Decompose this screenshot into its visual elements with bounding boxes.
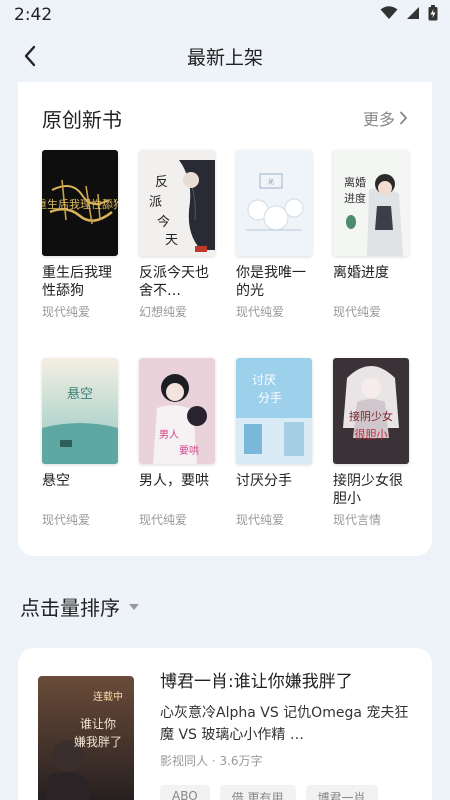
- status-icons: [380, 4, 438, 26]
- svg-text:天: 天: [165, 233, 178, 248]
- book-cover[interactable]: 接阴少女 很胆小: [333, 358, 409, 464]
- rank-book-card[interactable]: 连载中 谁让你 嫌我胖了 博君一肖:谁让你嫌我胖了 心灰意冷Alpha VS 记…: [18, 648, 432, 800]
- cover-text: 重生后我理性舔狗: [42, 197, 118, 211]
- svg-text:谁让你: 谁让你: [80, 717, 116, 731]
- book-item[interactable]: 接阴少女 很胆小 接阴少女很胆小 现代言情: [333, 358, 411, 528]
- app-bar: 最新上架: [0, 30, 450, 82]
- tag[interactable]: ABO: [160, 785, 210, 800]
- book-cover[interactable]: 悬空: [42, 358, 118, 464]
- svg-text:反: 反: [155, 175, 168, 190]
- rank-title: 点击量排序: [20, 596, 120, 620]
- svg-text:接阴少女: 接阴少女: [349, 409, 393, 423]
- back-arrow-icon: [24, 45, 36, 67]
- svg-text:进度: 进度: [344, 191, 366, 205]
- book-title: 你是我唯一的光: [236, 265, 306, 299]
- book-genre: 现代纯爱: [42, 513, 91, 527]
- book-title: 悬空: [42, 473, 70, 489]
- svg-text:悬空: 悬空: [67, 387, 93, 402]
- svg-text:很胆小: 很胆小: [355, 427, 388, 441]
- book-cover[interactable]: 离婚 进度: [333, 150, 409, 256]
- book-genre: 现代纯爱: [42, 305, 91, 319]
- rank-book-info: 博君一肖:谁让你嫌我胖了 心灰意冷Alpha VS 记仇Omega 宠夫狂魔 V…: [160, 670, 414, 800]
- book-title: 男人，要哄: [139, 473, 209, 489]
- book-cover[interactable]: 光: [236, 150, 312, 256]
- book-cover[interactable]: 男人 要哄: [139, 358, 215, 464]
- dropdown-icon: [129, 603, 139, 610]
- tag[interactable]: 博君一肖: [305, 785, 378, 800]
- book-title: 博君一肖:谁让你嫌我胖了: [160, 672, 353, 692]
- book-genre: 现代纯爱: [236, 305, 285, 319]
- svg-text:分手: 分手: [258, 391, 282, 405]
- book-item[interactable]: 男人 要哄 男人，要哄 现代纯爱: [139, 358, 217, 528]
- signal-icon: [406, 5, 420, 25]
- book-cover[interactable]: 连载中 谁让你 嫌我胖了: [38, 676, 134, 800]
- svg-text:讨厌: 讨厌: [252, 373, 276, 387]
- wifi-icon: [380, 5, 398, 25]
- svg-text:嫌我胖了: 嫌我胖了: [74, 735, 122, 749]
- new-books-header: 原创新书 更多: [42, 102, 408, 134]
- book-item[interactable]: 讨厌 分手 讨厌分手 现代纯爱: [236, 358, 314, 528]
- book-description: 心灰意冷Alpha VS 记仇Omega 宠夫狂魔 VS 玻璃心小作精 …: [160, 705, 409, 743]
- book-title: 反派今天也舍不…: [139, 265, 209, 299]
- book-genre: 现代纯爱: [139, 513, 188, 527]
- svg-text:男人: 男人: [159, 429, 179, 441]
- cover-badge: 连载中: [93, 690, 123, 703]
- more-label: 更多: [362, 110, 395, 129]
- section-title: 原创新书: [42, 107, 122, 132]
- book-cover[interactable]: 讨厌 分手: [236, 358, 312, 464]
- book-title: 离婚进度: [333, 265, 389, 281]
- rank-sort-toggle[interactable]: 点击量排序: [20, 592, 140, 621]
- book-title: 接阴少女很胆小: [333, 473, 403, 507]
- svg-text:今: 今: [157, 214, 170, 230]
- more-button[interactable]: 更多: [363, 106, 408, 130]
- book-title: 讨厌分手: [236, 473, 292, 489]
- svg-text:要哄: 要哄: [179, 445, 199, 457]
- svg-text:离婚: 离婚: [344, 175, 366, 189]
- status-time: 2:42: [14, 5, 53, 25]
- book-meta: 影视同人 · 3.6万字: [160, 754, 263, 768]
- book-item[interactable]: 离婚 进度 离婚进度 现代纯爱: [333, 150, 411, 320]
- book-item[interactable]: 光 你是我唯一的光 现代纯爱: [236, 150, 314, 320]
- page-title: 最新上架: [186, 46, 263, 69]
- svg-text:派: 派: [149, 195, 162, 210]
- battery-icon: [428, 4, 438, 26]
- book-cover[interactable]: 反 派 今 天: [139, 150, 215, 256]
- book-item[interactable]: 反 派 今 天 反派今天也舍不… 幻想纯爱: [139, 150, 217, 320]
- book-title: 重生后我理性舔狗: [42, 265, 112, 299]
- chevron-right-icon: [400, 111, 408, 125]
- book-genre: 现代纯爱: [236, 513, 285, 527]
- tag-list: ABO 借 更有用 博君一肖: [160, 785, 414, 800]
- back-button[interactable]: [16, 42, 44, 70]
- svg-text:光: 光: [268, 178, 274, 186]
- new-books-card: 原创新书 更多 重生后我理性舔狗 重生后我理性舔狗 现代纯爱: [18, 82, 432, 556]
- book-cover[interactable]: 重生后我理性舔狗: [42, 150, 118, 256]
- book-item[interactable]: 悬空 悬空 现代纯爱: [42, 358, 120, 528]
- book-genre: 幻想纯爱: [139, 305, 188, 319]
- book-genre: 现代纯爱: [333, 305, 382, 319]
- book-genre: 现代言情: [333, 513, 382, 527]
- status-bar: 2:42: [0, 0, 450, 30]
- tag[interactable]: 借 更有用: [219, 785, 296, 800]
- book-item[interactable]: 重生后我理性舔狗 重生后我理性舔狗 现代纯爱: [42, 150, 120, 320]
